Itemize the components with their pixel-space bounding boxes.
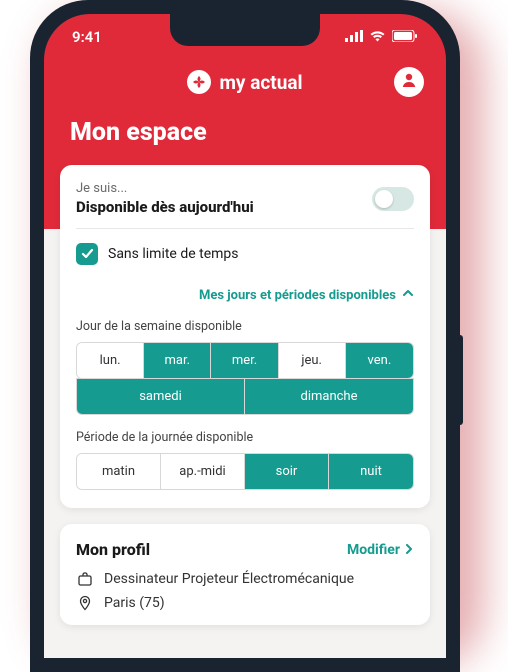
- phone-frame: 9:41 my: [30, 0, 460, 672]
- page-title: Mon espace: [44, 104, 446, 165]
- profile-job: Dessinateur Projeteur Électromécanique: [104, 571, 354, 587]
- person-icon: [400, 71, 418, 93]
- period-grid: matin ap.-midi soir nuit: [76, 453, 414, 490]
- availability-toggle[interactable]: [372, 187, 414, 211]
- day-sun[interactable]: dimanche: [245, 378, 413, 414]
- day-thu[interactable]: jeu.: [279, 343, 346, 378]
- day-sat[interactable]: samedi: [77, 378, 245, 414]
- check-icon: [81, 245, 94, 264]
- app-header: my actual: [44, 46, 446, 104]
- accordion-label: Mes jours et périodes disponibles: [199, 288, 396, 303]
- period-morning[interactable]: matin: [77, 454, 161, 489]
- days-section-label: Jour de la semaine disponible: [76, 319, 414, 334]
- chevron-up-icon: [402, 287, 414, 303]
- notch: [170, 14, 320, 46]
- wifi-icon: [369, 28, 386, 46]
- availability-prefix: Je suis...: [76, 181, 254, 196]
- availability-accordion-header[interactable]: Mes jours et périodes disponibles: [76, 265, 414, 311]
- edit-label: Modifier: [347, 542, 400, 558]
- profile-location-row: Paris (75): [76, 595, 414, 611]
- weekend-grid: samedi dimanche: [76, 378, 414, 415]
- profile-button[interactable]: [394, 67, 424, 97]
- briefcase-icon: [76, 571, 94, 587]
- availability-status: Disponible dès aujourd'hui: [76, 198, 254, 216]
- signal-icon: [345, 28, 363, 46]
- brand-logo-icon: [187, 70, 211, 94]
- unlimited-label: Sans limite de temps: [108, 246, 238, 262]
- period-night[interactable]: nuit: [329, 454, 413, 489]
- day-fri[interactable]: ven.: [346, 343, 413, 378]
- day-wed[interactable]: mer.: [211, 343, 278, 378]
- profile-job-row: Dessinateur Projeteur Électromécanique: [76, 571, 414, 587]
- profile-card: Mon profil Modifier Dessinateur Projet: [60, 524, 430, 625]
- profile-title: Mon profil: [76, 540, 150, 559]
- screen: 9:41 my: [44, 14, 446, 658]
- day-tue[interactable]: mar.: [144, 343, 211, 378]
- profile-location: Paris (75): [104, 595, 165, 611]
- unlimited-checkbox[interactable]: [76, 243, 98, 265]
- location-icon: [76, 595, 94, 611]
- side-button: [457, 335, 463, 425]
- brand-logo: my actual: [187, 70, 302, 94]
- day-mon[interactable]: lun.: [77, 343, 144, 378]
- status-time: 9:41: [72, 28, 102, 46]
- period-evening[interactable]: soir: [245, 454, 329, 489]
- battery-icon: [392, 28, 418, 46]
- period-afternoon[interactable]: ap.-midi: [161, 454, 245, 489]
- availability-card: Je suis... Disponible dès aujourd'hui: [60, 165, 430, 508]
- periods-section-label: Période de la journée disponible: [76, 430, 414, 445]
- edit-profile-link[interactable]: Modifier: [347, 542, 414, 558]
- chevron-right-icon: [404, 542, 414, 558]
- toggle-knob: [375, 190, 393, 208]
- weekday-grid: lun. mar. mer. jeu. ven.: [76, 342, 414, 379]
- brand-name: my actual: [219, 71, 302, 94]
